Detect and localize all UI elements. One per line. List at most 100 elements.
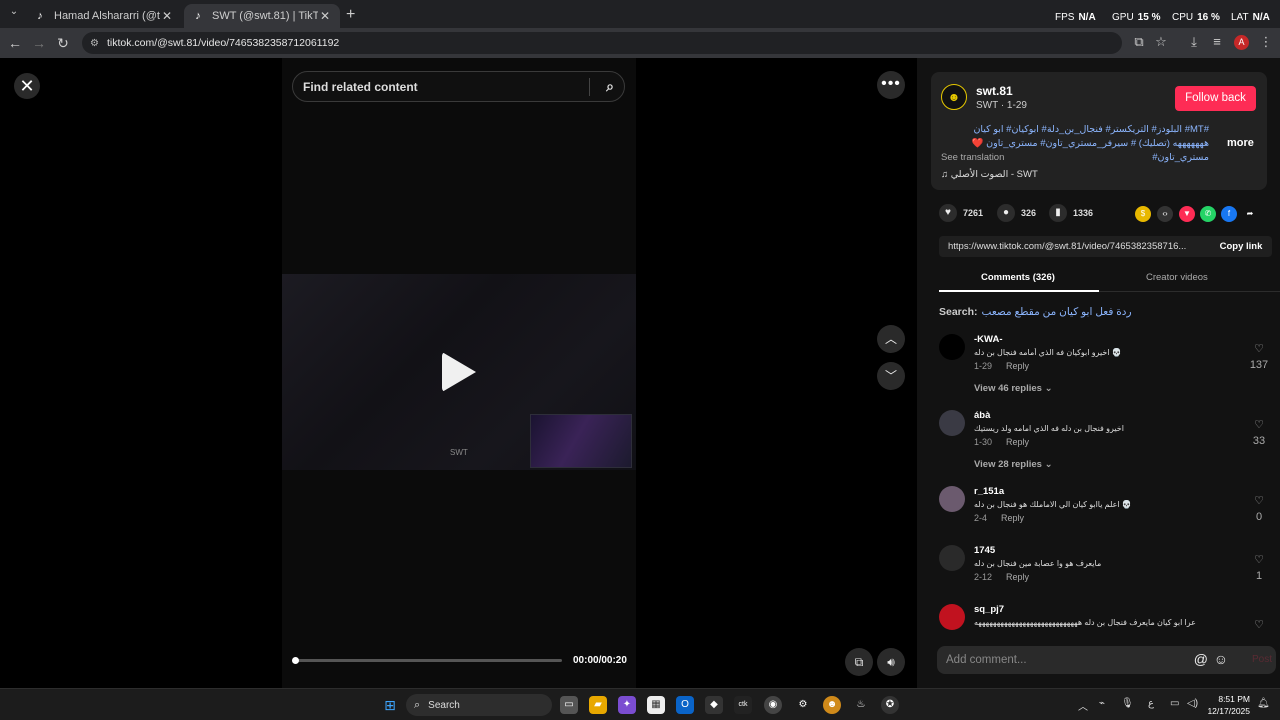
comment-like[interactable]: ♡ 1 bbox=[1247, 553, 1271, 582]
tab-search-icon[interactable]: ⌄ bbox=[6, 6, 22, 22]
comment-like[interactable]: ♡ 137 bbox=[1247, 342, 1271, 371]
outlook-icon[interactable]: O bbox=[676, 696, 694, 714]
install-app-icon[interactable]: ⧉ bbox=[1130, 34, 1148, 50]
browser-tab-2[interactable]: ♪ SWT (@swt.81) | TikTok ✕ bbox=[184, 4, 340, 28]
music-link[interactable]: ♫ الصوت الأصلي - SWT bbox=[941, 169, 1038, 180]
gpu-value: 15 % bbox=[1137, 12, 1161, 23]
view-replies-button[interactable]: View 28 replies ⌄ bbox=[974, 459, 1053, 470]
comment-username[interactable]: -KWA- bbox=[974, 334, 1003, 345]
address-bar[interactable]: ⚙ tiktok.com/@swt.81/video/7465382358712… bbox=[82, 32, 1122, 54]
comment-like[interactable]: ♡ 33 bbox=[1247, 418, 1271, 447]
copilot-icon[interactable]: ✦ bbox=[618, 696, 636, 714]
embed-icon[interactable]: ‹› bbox=[1157, 206, 1173, 222]
cmd-app-icon[interactable]: ctk bbox=[734, 696, 752, 714]
fps-value: N/A bbox=[1078, 12, 1096, 23]
close-video-button[interactable]: ✕ bbox=[14, 73, 40, 99]
task-view-icon[interactable]: ▭ bbox=[560, 696, 578, 714]
steam-icon[interactable]: ♨ bbox=[852, 696, 870, 714]
video-progress-bar[interactable] bbox=[292, 657, 562, 664]
comment-username[interactable]: r_151a bbox=[974, 486, 1004, 497]
facebook-icon[interactable]: f bbox=[1221, 206, 1237, 222]
creator-avatar[interactable]: ☻ bbox=[941, 84, 967, 110]
avatar[interactable] bbox=[939, 334, 965, 360]
find-related-search[interactable]: Find related content ⌕ bbox=[292, 71, 625, 102]
follow-back-button[interactable]: Follow back bbox=[1175, 86, 1256, 111]
floating-player-icon[interactable]: ⧉ bbox=[845, 648, 873, 676]
next-video-button[interactable]: ﹀ bbox=[877, 362, 905, 390]
download-icon[interactable]: ⤓ bbox=[1185, 34, 1203, 50]
store-icon[interactable]: ▦ bbox=[647, 696, 665, 714]
reply-button[interactable]: Reply bbox=[1006, 361, 1029, 371]
comment-input[interactable]: Add comment... bbox=[946, 654, 1027, 666]
comment-search-suggestion[interactable]: Search: ردة فعل ابو كيان من مقطع مصعب bbox=[939, 306, 1132, 318]
search-placeholder: Find related content bbox=[303, 79, 418, 94]
mention-icon[interactable]: @ bbox=[1194, 651, 1208, 667]
comment-username[interactable]: 1745 bbox=[974, 545, 995, 556]
tab-comments[interactable]: Comments (326) bbox=[981, 272, 1055, 283]
avatar[interactable] bbox=[939, 410, 965, 436]
back-icon[interactable]: ← bbox=[6, 34, 24, 52]
forward-icon[interactable]: → bbox=[30, 34, 48, 52]
previous-video-button[interactable]: ︿ bbox=[877, 325, 905, 353]
tray-chevron-up-icon[interactable]: ︿ bbox=[1078, 698, 1088, 713]
tab-creator-videos[interactable]: Creator videos bbox=[1146, 272, 1208, 283]
progress-handle[interactable] bbox=[292, 657, 299, 664]
reading-list-icon[interactable]: ≡ bbox=[1208, 34, 1226, 49]
heart-outline-icon: ♡ bbox=[1254, 554, 1264, 566]
close-tab-icon[interactable]: ✕ bbox=[318, 9, 332, 23]
reply-button[interactable]: Reply bbox=[1006, 437, 1029, 447]
avatar[interactable] bbox=[939, 486, 965, 512]
volume-icon[interactable]: 🔊︎ bbox=[877, 648, 905, 676]
play-icon[interactable] bbox=[442, 352, 476, 392]
taskbar-clock[interactable]: 8:51 PM 12/17/2025 bbox=[1204, 693, 1250, 717]
send-icon[interactable]: ▼ bbox=[1179, 206, 1195, 222]
comment-username[interactable]: ábà bbox=[974, 410, 990, 421]
reload-icon[interactable]: ↻ bbox=[54, 34, 72, 52]
search-icon[interactable]: ⌕ bbox=[606, 78, 614, 95]
profile-avatar[interactable]: A bbox=[1234, 35, 1249, 50]
comment-like[interactable]: ♡ 0 bbox=[1247, 494, 1271, 523]
app-icon-2[interactable]: ✪ bbox=[881, 696, 899, 714]
display-icon[interactable]: ▭ bbox=[1170, 698, 1179, 709]
whatsapp-icon[interactable]: ✆ bbox=[1200, 206, 1216, 222]
windows-start-icon[interactable]: ⊞ bbox=[381, 696, 399, 714]
site-info-icon[interactable]: ⚙ bbox=[90, 38, 99, 49]
chrome-icon[interactable]: ◉ bbox=[764, 696, 782, 714]
more-description-link[interactable]: more bbox=[1227, 137, 1254, 149]
view-replies-button[interactable]: View 46 replies ⌄ bbox=[974, 383, 1053, 394]
like-action[interactable]: ♥ 7261 bbox=[939, 204, 983, 222]
mic-icon[interactable]: 🎙︎ bbox=[1121, 698, 1134, 709]
browser-tab-1[interactable]: ♪ Hamad Alshararri (@teuxte) | Tik ✕ bbox=[26, 4, 182, 28]
speaker-icon[interactable]: ◁) bbox=[1187, 698, 1198, 709]
reply-button[interactable]: Reply bbox=[1001, 513, 1024, 523]
emoji-icon[interactable]: ☺ bbox=[1214, 651, 1228, 667]
video-player[interactable]: SWT bbox=[282, 58, 636, 688]
add-comment-bar[interactable]: Add comment... @ ☺ Post bbox=[937, 646, 1276, 674]
taskbar-search[interactable]: ⌕ Search bbox=[406, 694, 552, 716]
app-icon[interactable]: ◆ bbox=[705, 696, 723, 714]
coin-share-icon[interactable]: $ bbox=[1135, 206, 1151, 222]
share-arrow-icon[interactable]: ➦ bbox=[1242, 206, 1258, 222]
comment-username[interactable]: sq_pj7 bbox=[974, 604, 1004, 615]
language-icon[interactable]: ع bbox=[1148, 698, 1154, 709]
copy-link-button[interactable]: Copy link bbox=[1210, 241, 1272, 252]
browser-menu-icon[interactable]: ⋮ bbox=[1257, 34, 1275, 50]
comment-like[interactable]: ♡ bbox=[1247, 618, 1271, 630]
close-tab-icon[interactable]: ✕ bbox=[160, 9, 174, 23]
new-tab-button[interactable]: + bbox=[346, 6, 355, 24]
avatar[interactable] bbox=[939, 604, 965, 630]
bookmark-star-icon[interactable]: ☆ bbox=[1152, 34, 1170, 50]
more-options-button[interactable]: ••• bbox=[877, 71, 905, 99]
post-button[interactable]: Post bbox=[1252, 654, 1272, 665]
save-action[interactable]: ▮ 1336 bbox=[1049, 204, 1093, 222]
see-translation-link[interactable]: See translation bbox=[941, 152, 1004, 163]
settings-gear-icon[interactable]: ⚙ bbox=[794, 696, 812, 714]
messenger-app-icon[interactable]: ☻ bbox=[823, 696, 841, 714]
file-explorer-icon[interactable]: ▰ bbox=[589, 696, 607, 714]
avatar[interactable] bbox=[939, 545, 965, 571]
comment-action[interactable]: ● 326 bbox=[997, 204, 1036, 222]
network-icon[interactable]: ⌁ bbox=[1099, 698, 1105, 709]
reply-button[interactable]: Reply bbox=[1006, 572, 1029, 582]
creator-username[interactable]: swt.81 bbox=[976, 84, 1013, 98]
notification-icon[interactable]: 🔔︎ bbox=[1257, 698, 1270, 709]
